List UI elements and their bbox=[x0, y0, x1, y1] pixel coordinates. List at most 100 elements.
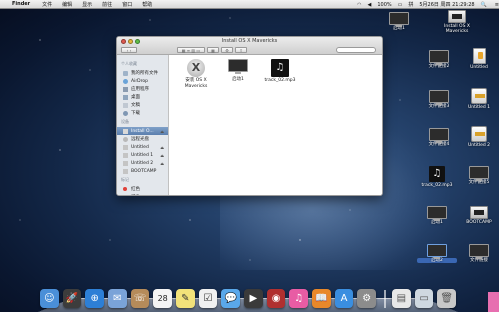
remote-disc-icon bbox=[123, 136, 128, 142]
documents-icon bbox=[123, 102, 128, 108]
dock-document[interactable]: ▤ bbox=[392, 289, 411, 308]
external-drive-icon bbox=[471, 88, 487, 104]
sidebar-tag-orange[interactable]: 橙色 bbox=[117, 193, 168, 195]
sidebar-item-applications[interactable]: 应用程序 bbox=[117, 85, 168, 93]
window-titlebar[interactable]: Install OS X Mavericks ‹ › ▦ ≡ ▥ ▭ ▦ ⚙ ⇪ bbox=[117, 37, 382, 55]
menu-finder[interactable]: Finder bbox=[12, 1, 30, 7]
desktop-icon-startup-1[interactable]: 启动1 bbox=[417, 206, 457, 225]
desktop-icon-startup-2[interactable]: 启动2 bbox=[417, 244, 457, 263]
menu-window[interactable]: 窗口 bbox=[122, 1, 132, 8]
desktop-icon-track[interactable]: ♫ track_02.mp3 bbox=[417, 166, 457, 188]
dock-facetime[interactable]: ▶ bbox=[244, 289, 263, 308]
sidebar-item-install-os-x[interactable]: Install O... ⏏ bbox=[117, 127, 168, 135]
menu-file[interactable]: 文件 bbox=[42, 1, 52, 8]
menu-go[interactable]: 前往 bbox=[102, 1, 112, 8]
spotlight-icon[interactable]: 🔍 bbox=[481, 2, 487, 8]
dock-notes[interactable]: ✎ bbox=[176, 289, 195, 308]
music-file-icon: ♫ bbox=[429, 166, 445, 182]
arrange-button[interactable]: ▦ bbox=[207, 47, 219, 53]
desktop-icon-startup[interactable]: 启动1 bbox=[379, 12, 419, 31]
dock-trash[interactable]: 🗑 bbox=[437, 289, 457, 308]
file-label: 启动1 bbox=[232, 77, 244, 82]
desktop-icon-untitled[interactable]: Untitled bbox=[459, 48, 499, 70]
sidebar-tag-red[interactable]: 红色 bbox=[117, 185, 168, 193]
drive-icon bbox=[123, 160, 128, 166]
dock-downloads[interactable]: ▭ bbox=[414, 289, 434, 308]
wifi-icon[interactable]: ◠ bbox=[357, 2, 361, 8]
desktop-icon-link-2[interactable]: 文件链接2 bbox=[419, 50, 459, 69]
sidebar-item-airdrop[interactable]: AirDrop bbox=[117, 77, 168, 85]
eject-icon[interactable]: ⏏ bbox=[160, 153, 164, 158]
airdrop-icon bbox=[123, 78, 128, 84]
dock-launchpad[interactable]: 🚀 bbox=[62, 289, 82, 308]
dock-calendar[interactable]: 28 bbox=[153, 289, 173, 308]
search-field[interactable] bbox=[336, 47, 376, 53]
sidebar-header-favorites: 个人收藏 bbox=[121, 61, 137, 66]
desktop-icon-untitled-1[interactable]: Untitled 1 bbox=[459, 88, 499, 110]
dock-app-store[interactable]: A bbox=[334, 289, 354, 308]
sidebar-item-untitled-2[interactable]: Untitled 2 ⏏ bbox=[117, 159, 168, 167]
volume-icon[interactable]: ◀ bbox=[367, 2, 371, 8]
sidebar-item-bootcamp[interactable]: BOOTCAMP bbox=[117, 167, 168, 175]
dock-messages[interactable]: 💬 bbox=[221, 289, 241, 308]
desktop-icon-install-os-x[interactable]: Install OS X Mavericks bbox=[437, 10, 477, 34]
menu-edit[interactable]: 编辑 bbox=[62, 1, 72, 8]
back-forward-buttons[interactable]: ‹ › bbox=[121, 47, 137, 53]
desktop-icon-link-4[interactable]: 文件链接4 bbox=[419, 128, 459, 147]
eject-icon[interactable]: ⏏ bbox=[160, 145, 164, 150]
battery-percent[interactable]: 100% bbox=[377, 2, 391, 8]
laptop-icon bbox=[228, 59, 248, 74]
battery-icon[interactable]: ▭ bbox=[398, 2, 403, 8]
desktop-icon-untitled-2[interactable]: Untitled 2 bbox=[459, 126, 499, 148]
action-gear-button[interactable]: ⚙ bbox=[221, 47, 233, 53]
desktop-icon-link-5[interactable]: 文件链接5 bbox=[459, 166, 499, 185]
sidebar-item-downloads[interactable]: 下载 bbox=[117, 109, 168, 117]
os-x-installer-icon: X bbox=[187, 59, 205, 77]
desktop-icon-bootcamp[interactable]: BOOTCAMP bbox=[459, 206, 499, 225]
dock-itunes[interactable]: ♫ bbox=[289, 289, 309, 308]
file-item-installer[interactable]: X 安装 OS X Mavericks bbox=[176, 59, 216, 89]
dock-contacts[interactable]: ☏ bbox=[130, 289, 150, 308]
eject-icon[interactable]: ⏏ bbox=[160, 161, 164, 166]
monitor-icon bbox=[469, 244, 489, 259]
file-item-startup[interactable]: 启动1 bbox=[218, 59, 258, 83]
dock-safari[interactable]: ⊕ bbox=[85, 289, 105, 308]
monitor-icon bbox=[427, 206, 447, 221]
music-file-icon: ♫ bbox=[271, 59, 289, 77]
sidebar-item-untitled[interactable]: Untitled ⏏ bbox=[117, 143, 168, 151]
file-label: track_02.mp3 bbox=[264, 78, 296, 83]
desktop-icon bbox=[123, 94, 128, 100]
view-mode-buttons[interactable]: ▦ ≡ ▥ ▭ bbox=[177, 47, 205, 53]
input-source-icon[interactable]: 拼 bbox=[408, 1, 413, 8]
drive-icon bbox=[123, 168, 128, 174]
sidebar-item-documents[interactable]: 文稿 bbox=[117, 101, 168, 109]
share-button[interactable]: ⇪ bbox=[235, 47, 247, 53]
dock-ibooks[interactable]: 📖 bbox=[312, 289, 331, 308]
dock-finder[interactable]: ☺ bbox=[40, 289, 59, 308]
sidebar-header-tags: 标记 bbox=[121, 177, 129, 182]
window-title: Install OS X Mavericks bbox=[221, 38, 278, 44]
sidebar-item-remote-disc[interactable]: 远程光盘 bbox=[117, 135, 168, 143]
disk-icon bbox=[123, 128, 128, 134]
disk-icon bbox=[448, 10, 466, 23]
notification-center-icon[interactable]: ≡ bbox=[495, 2, 499, 8]
dock-separator bbox=[384, 290, 387, 308]
monitor-icon bbox=[429, 50, 449, 65]
usb-drive-icon bbox=[472, 48, 486, 64]
sidebar-item-untitled-1[interactable]: Untitled 1 ⏏ bbox=[117, 151, 168, 159]
dock-system-preferences[interactable]: ⚙ bbox=[357, 289, 377, 308]
dock-photo-booth[interactable]: ◉ bbox=[266, 289, 286, 308]
desktop-icon-link[interactable]: 文件链接 bbox=[459, 244, 499, 263]
menu-view[interactable]: 显示 bbox=[82, 1, 92, 8]
desktop-icon-link-3[interactable]: 文件链接3 bbox=[419, 90, 459, 109]
sidebar-item-all-my-files[interactable]: 我的所有文件 bbox=[117, 69, 168, 77]
clock[interactable]: 5月26日 周四 21:29:28 bbox=[419, 1, 474, 8]
file-item-track[interactable]: ♫ track_02.mp3 bbox=[260, 59, 300, 84]
sidebar-item-desktop[interactable]: 桌面 bbox=[117, 93, 168, 101]
dock-mail[interactable]: ✉ bbox=[108, 289, 127, 308]
dock-reminders[interactable]: ☑ bbox=[198, 289, 218, 308]
red-tag-dot bbox=[123, 187, 127, 191]
eject-icon[interactable]: ⏏ bbox=[160, 129, 164, 134]
menu-bar: Finder 文件 编辑 显示 前往 窗口 帮助 ◠ ◀ 100% ▭ 拼 5月… bbox=[0, 0, 499, 9]
menu-help[interactable]: 帮助 bbox=[142, 1, 152, 8]
